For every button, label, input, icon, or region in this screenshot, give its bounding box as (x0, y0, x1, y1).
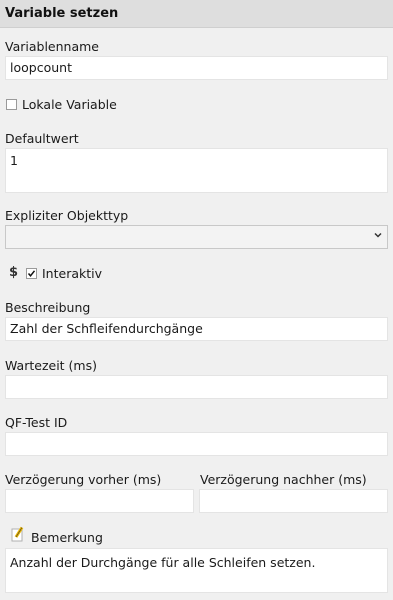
dollar-icon: $ (9, 265, 19, 280)
delay-before-input[interactable] (5, 489, 194, 513)
qftest-id-input[interactable] (5, 432, 388, 456)
variable-name-label: Variablenname (5, 39, 99, 54)
description-input[interactable]: Zahl der Schfleifendurchgänge (5, 317, 388, 341)
interactive-label: Interaktiv (42, 266, 103, 281)
object-type-select[interactable] (5, 225, 388, 249)
local-variable-checkbox[interactable] (6, 99, 17, 110)
comment-label: Bemerkung (31, 530, 103, 545)
local-variable-label: Lokale Variable (22, 97, 117, 112)
panel-title: Variable setzen (5, 6, 119, 21)
checkmark-icon (27, 270, 36, 277)
chevron-down-icon (374, 232, 382, 238)
panel-header: Variable setzen (0, 0, 393, 28)
default-value-textarea[interactable]: 1 (5, 148, 388, 193)
default-value-label: Defaultwert (5, 131, 79, 146)
delay-before-label: Verzögerung vorher (ms) (5, 472, 162, 487)
description-label: Beschreibung (5, 300, 91, 315)
variable-name-input[interactable]: loopcount (5, 56, 388, 80)
object-type-label: Expliziter Objekttyp (5, 208, 129, 223)
wait-time-label: Wartezeit (ms) (5, 358, 97, 373)
qftest-id-label: QF-Test ID (5, 415, 68, 430)
wait-time-input[interactable] (5, 375, 388, 399)
delay-after-input[interactable] (199, 489, 388, 513)
delay-after-label: Verzögerung nachher (ms) (200, 472, 367, 487)
interactive-checkbox[interactable] (26, 268, 37, 279)
pencil-note-icon (11, 526, 25, 542)
comment-textarea[interactable]: Anzahl der Durchgänge für alle Schleifen… (5, 548, 388, 593)
